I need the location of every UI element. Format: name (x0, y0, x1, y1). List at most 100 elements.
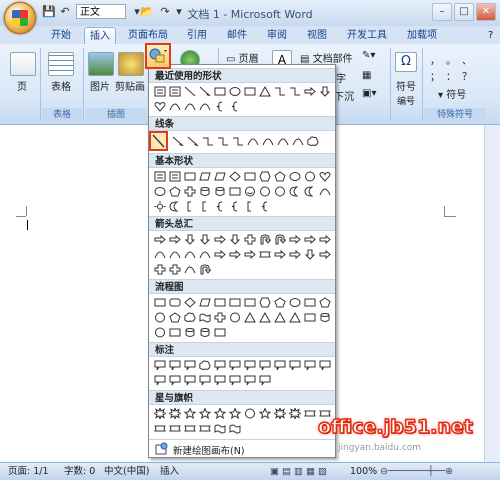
shape-tri-icon[interactable] (273, 311, 286, 323)
shape-arrowline-icon[interactable] (186, 135, 199, 147)
shape-burst-icon[interactable] (168, 407, 181, 419)
shape-moon-icon[interactable] (288, 185, 301, 197)
shape-text-icon[interactable] (168, 170, 181, 182)
shape-circ-icon[interactable] (258, 185, 271, 197)
shape-star-icon[interactable] (228, 407, 241, 419)
docparts-button[interactable]: ▤ 文档部件 (300, 50, 353, 65)
shape-cross-icon[interactable] (168, 263, 181, 275)
shape-heart-icon[interactable] (153, 100, 166, 112)
shape-rarrow-icon[interactable] (288, 248, 301, 260)
shape-circ-icon[interactable] (153, 311, 166, 323)
shape-rarrow-icon[interactable] (288, 233, 301, 245)
shape-callout-icon[interactable] (168, 374, 181, 386)
special-period[interactable]: 。 (446, 52, 456, 67)
shape-rrect-icon[interactable] (168, 296, 181, 308)
tab-developer[interactable]: 开发工具 (342, 27, 392, 44)
shape-callout-icon[interactable] (183, 359, 196, 371)
shape-rarrow-icon[interactable] (303, 85, 316, 97)
shape-curve-icon[interactable] (168, 248, 181, 260)
shape-moon-icon[interactable] (303, 185, 316, 197)
shape-cyl-icon[interactable] (198, 185, 211, 197)
special-semicolon[interactable]: ； (430, 68, 440, 83)
shape-wave-icon[interactable] (198, 311, 211, 323)
picture-icon[interactable] (88, 52, 114, 76)
shape-callout-icon[interactable] (243, 374, 256, 386)
help-icon[interactable]: ? (488, 30, 493, 41)
insert-mode[interactable]: 插入 (160, 463, 179, 480)
shape-curve-icon[interactable] (183, 263, 196, 275)
shape-rect-icon[interactable] (213, 326, 226, 338)
shape-rarrow-icon[interactable] (168, 233, 181, 245)
table-icon[interactable] (48, 52, 74, 76)
shape-wave-icon[interactable] (228, 422, 241, 434)
special-comma[interactable]: ， (430, 52, 440, 67)
shape-diamond-icon[interactable] (228, 170, 241, 182)
shape-curve-icon[interactable] (198, 248, 211, 260)
shape-cyl-icon[interactable] (213, 185, 226, 197)
minimize-button[interactable]: – (432, 3, 452, 21)
shape-star-icon[interactable] (183, 407, 196, 419)
zoom-slider[interactable]: ⊖───────┼──⊕ (380, 463, 453, 480)
shape-rect-icon[interactable] (228, 185, 241, 197)
dropcap-label[interactable]: 下沉 (334, 88, 354, 103)
tab-review[interactable]: 审阅 (262, 27, 292, 44)
maximize-button[interactable]: □ (454, 3, 474, 21)
shape-curve-icon[interactable] (153, 248, 166, 260)
new-drawing-canvas-item[interactable]: 新建绘图画布(N) (149, 439, 335, 458)
shape-brace-icon[interactable] (228, 100, 241, 112)
shape-circ-icon[interactable] (303, 170, 316, 182)
shape-callout-icon[interactable] (288, 359, 301, 371)
shape-rarrow-icon[interactable] (213, 233, 226, 245)
shape-elbow-icon[interactable] (288, 85, 301, 97)
tab-addins[interactable]: 加载项 (402, 27, 442, 44)
word-count[interactable]: 字数: 0 (64, 463, 95, 480)
vertical-scrollbar[interactable] (484, 125, 500, 462)
shape-callout-icon[interactable] (168, 359, 181, 371)
shape-bracket-icon[interactable] (198, 200, 211, 212)
shape-text-icon[interactable] (168, 85, 181, 97)
shape-callout-icon[interactable] (198, 374, 211, 386)
shape-rarrow-icon[interactable] (303, 233, 316, 245)
omega-symbol-icon[interactable]: Ω (395, 52, 417, 72)
shape-rarrow-icon[interactable] (273, 248, 286, 260)
shape-heart-icon[interactable] (318, 170, 331, 182)
datetime-icon[interactable]: ▦ (362, 70, 371, 81)
shape-text-icon[interactable] (153, 170, 166, 182)
special-enum[interactable]: 、 (462, 52, 472, 67)
shape-bracket-icon[interactable] (243, 200, 256, 212)
shape-oval-icon[interactable] (153, 185, 166, 197)
shape-hex-icon[interactable] (258, 296, 271, 308)
clipart-icon[interactable] (118, 52, 144, 76)
shape-rect-icon[interactable] (243, 296, 256, 308)
shape-cloud-icon[interactable] (306, 135, 319, 147)
shape-banner-icon[interactable] (198, 422, 211, 434)
shape-uturn-icon[interactable] (198, 263, 211, 275)
shape-rarrow-icon[interactable] (243, 248, 256, 260)
shape-rect-icon[interactable] (303, 296, 316, 308)
zoom-level[interactable]: 100% (350, 463, 377, 480)
shape-diamond-icon[interactable] (183, 296, 196, 308)
shape-cross-icon[interactable] (213, 311, 226, 323)
shape-curve-icon[interactable] (276, 135, 289, 147)
shape-rect-icon[interactable] (243, 85, 256, 97)
shape-line-icon[interactable] (183, 85, 196, 97)
shape-callout-icon[interactable] (303, 359, 316, 371)
shape-rarrow-icon[interactable] (153, 233, 166, 245)
shape-rarrow-icon[interactable] (318, 248, 331, 260)
shape-rect-icon[interactable] (213, 296, 226, 308)
shape-pent-icon[interactable] (168, 311, 181, 323)
page-icon[interactable] (10, 52, 36, 76)
shape-cloud-icon[interactable] (198, 359, 211, 371)
tab-mailings[interactable]: 邮件 (222, 27, 252, 44)
shape-moon-icon[interactable] (168, 200, 181, 212)
shape-rarrow-icon[interactable] (318, 233, 331, 245)
shapes-button[interactable] (145, 43, 171, 69)
shape-pent-icon[interactable] (168, 185, 181, 197)
shape-rect-icon[interactable] (168, 326, 181, 338)
shape-darrow-icon[interactable] (318, 85, 331, 97)
shape-brace-icon[interactable] (213, 200, 226, 212)
shape-arrowline-icon[interactable] (171, 135, 184, 147)
shape-rect-icon[interactable] (228, 296, 241, 308)
special-question[interactable]: ？ (462, 68, 472, 83)
shape-oval-icon[interactable] (228, 85, 241, 97)
